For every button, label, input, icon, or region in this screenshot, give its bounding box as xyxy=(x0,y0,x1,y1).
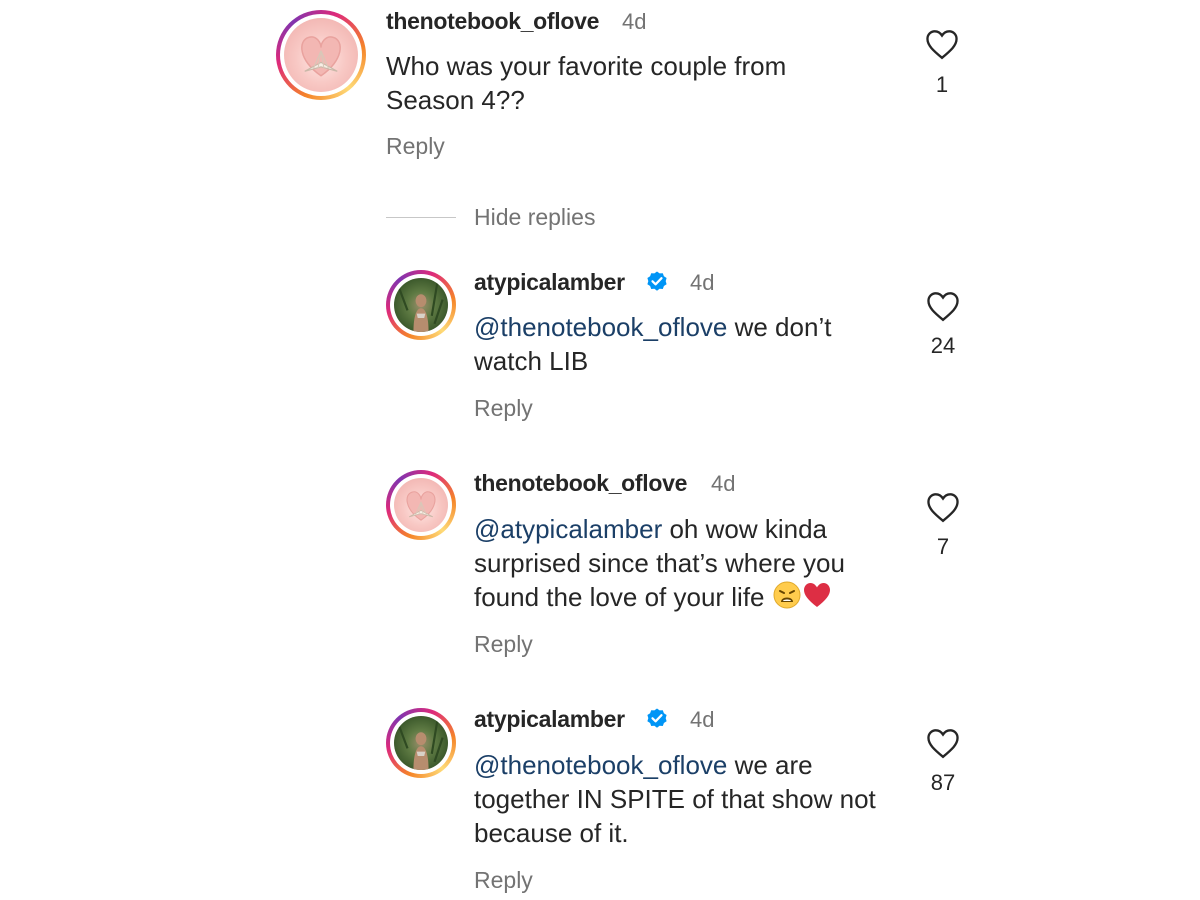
book-heart-avatar-icon xyxy=(394,478,448,532)
mention-link[interactable]: @thenotebook_oflove xyxy=(474,312,727,342)
reply-time: 4d xyxy=(690,707,715,732)
reply-text: @atypicalamber oh wow kinda surprised si… xyxy=(474,512,904,614)
reply-button[interactable]: Reply xyxy=(474,867,533,894)
verified-badge-icon xyxy=(647,708,667,728)
reply-username[interactable]: thenotebook_oflove xyxy=(474,470,687,497)
mention-link[interactable]: @thenotebook_oflove xyxy=(474,750,727,780)
reply-username[interactable]: atypicalamber xyxy=(474,269,625,296)
reply-button[interactable]: Reply xyxy=(474,631,533,658)
avatar-thenotebook-oflove[interactable] xyxy=(386,470,456,540)
avatar-thenotebook-oflove[interactable] xyxy=(276,10,366,100)
heart-icon[interactable] xyxy=(925,491,961,523)
heart-icon[interactable] xyxy=(925,290,961,322)
forest-portrait-avatar-icon xyxy=(394,278,448,332)
heart-icon[interactable] xyxy=(925,727,961,759)
reply-time: 4d xyxy=(690,270,715,295)
red-heart-emoji xyxy=(803,583,830,607)
replies-divider xyxy=(386,217,456,218)
reply-text: @thenotebook_oflove we are together IN S… xyxy=(474,748,894,850)
reply-time: 4d xyxy=(711,471,736,496)
hide-replies-button[interactable]: Hide replies xyxy=(474,204,595,231)
forest-portrait-avatar-icon xyxy=(394,716,448,770)
avatar-atypicalamber[interactable] xyxy=(386,708,456,778)
like-count: 7 xyxy=(936,534,950,559)
verified-badge-icon xyxy=(647,271,667,291)
weary-face-emoji xyxy=(773,581,801,609)
like-count: 87 xyxy=(930,770,956,795)
heart-icon[interactable] xyxy=(924,28,960,60)
comment-time: 4d xyxy=(622,9,647,34)
reply-button[interactable]: Reply xyxy=(474,395,533,422)
like-count: 1 xyxy=(935,72,949,97)
like-count: 24 xyxy=(930,333,956,358)
book-heart-avatar-icon xyxy=(284,18,358,92)
mention-link[interactable]: @atypicalamber xyxy=(474,514,662,544)
reply-username[interactable]: atypicalamber xyxy=(474,706,625,733)
reply-text: @thenotebook_oflove we don’t watch LIB xyxy=(474,310,894,378)
comment-text: Who was your favorite couple from Season… xyxy=(386,51,787,115)
reply-button[interactable]: Reply xyxy=(386,133,445,160)
comment-username[interactable]: thenotebook_oflove xyxy=(386,8,599,35)
avatar-atypicalamber[interactable] xyxy=(386,270,456,340)
